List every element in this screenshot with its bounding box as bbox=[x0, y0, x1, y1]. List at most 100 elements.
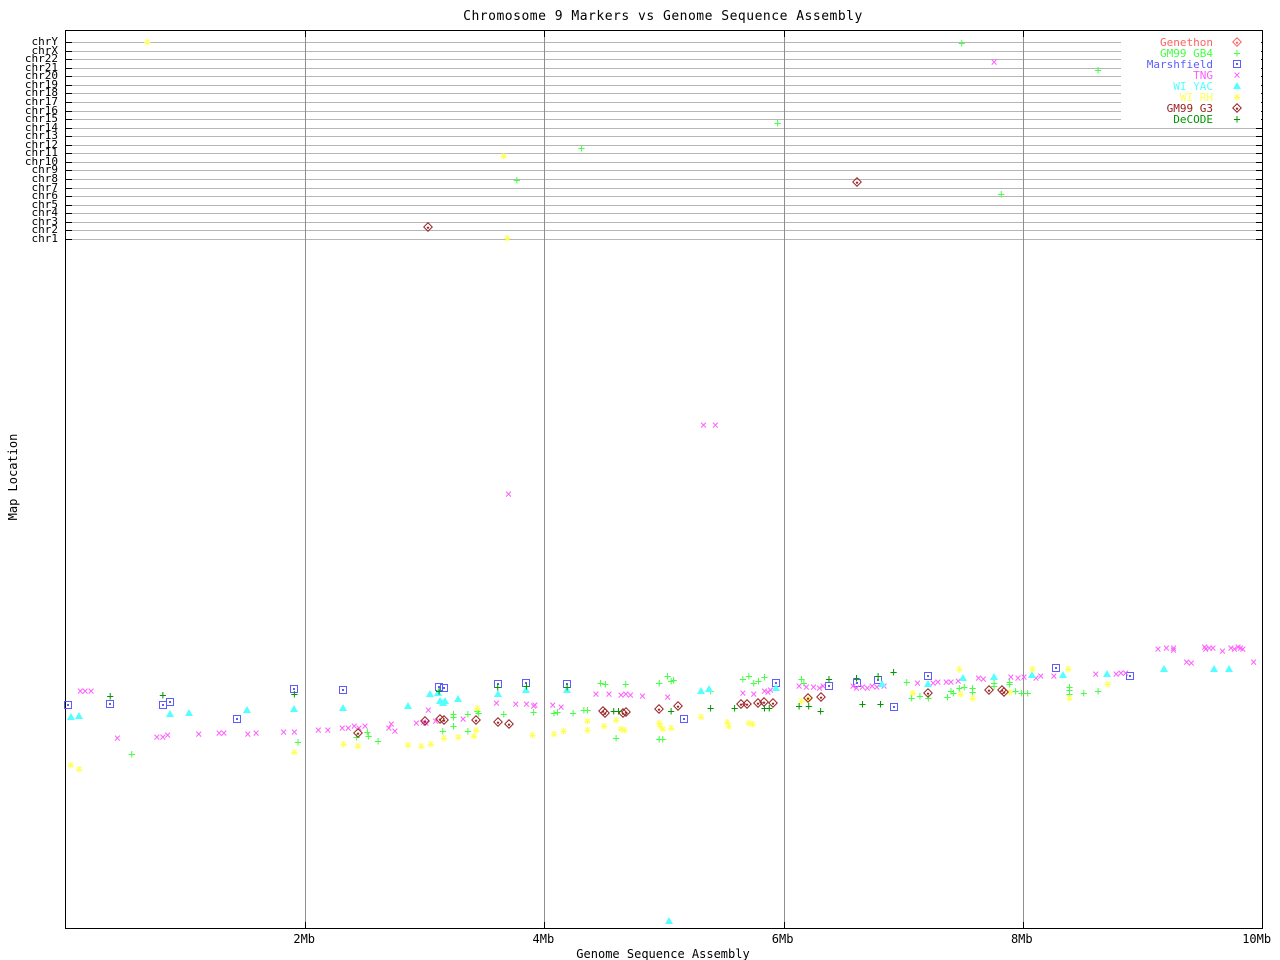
chromosome-row-line bbox=[66, 59, 1262, 61]
tng-marker-glyph: × bbox=[1020, 670, 1028, 684]
chromosome-row-line bbox=[66, 136, 1262, 138]
gridline-2mb bbox=[305, 31, 307, 928]
left-axis-tick bbox=[66, 221, 72, 223]
right-axis-tick bbox=[1256, 127, 1262, 129]
decode-marker-glyph: + bbox=[522, 679, 531, 693]
tng-marker-glyph: × bbox=[220, 726, 228, 740]
x-axis-tick-top bbox=[544, 31, 546, 37]
gm99gb4-marker-glyph: + bbox=[500, 707, 508, 721]
marshfield-marker-glyph bbox=[64, 701, 73, 709]
tng-marker-glyph: × bbox=[739, 686, 747, 700]
x-axis-tick-top bbox=[305, 31, 307, 37]
right-axis-tick bbox=[1256, 213, 1262, 215]
wirh-marker-glyph: + bbox=[1233, 90, 1241, 104]
left-axis-tick bbox=[66, 50, 72, 52]
tng-marker-glyph: × bbox=[252, 726, 260, 740]
wiyac-marker-glyph bbox=[705, 685, 714, 692]
decode-marker-glyph: + bbox=[614, 704, 623, 718]
wirh-marker-glyph: + bbox=[354, 739, 362, 753]
wiyac-marker-glyph bbox=[924, 680, 933, 687]
tng-marker-glyph: × bbox=[592, 687, 600, 701]
x-axis-tick-label: 2Mb bbox=[293, 932, 316, 946]
tng-marker-glyph: × bbox=[1050, 669, 1058, 683]
decode-marker-glyph: + bbox=[290, 687, 299, 701]
decode-marker-glyph: + bbox=[805, 699, 813, 713]
tng-marker-glyph: × bbox=[1154, 642, 1162, 656]
wiyac-marker-glyph bbox=[66, 713, 75, 720]
left-axis-tick bbox=[66, 42, 72, 43]
gm99gb4-marker-glyph: + bbox=[128, 747, 136, 761]
x-axis-tick-bottom bbox=[544, 922, 546, 928]
marshfield-marker-glyph bbox=[1233, 60, 1241, 68]
wiyac-marker-glyph bbox=[404, 702, 413, 709]
right-axis-tick bbox=[1256, 238, 1262, 240]
tng-marker-glyph: × bbox=[663, 690, 672, 704]
gm99gb4-marker-glyph: + bbox=[577, 141, 586, 155]
x-axis-tick-top bbox=[1262, 31, 1263, 37]
decode-marker-glyph: + bbox=[765, 701, 773, 715]
chromosome-row-line bbox=[66, 76, 1262, 78]
tng-marker-glyph: × bbox=[195, 727, 203, 741]
left-axis-tick bbox=[66, 136, 72, 138]
chromosome-tick-label: chr1 bbox=[31, 231, 59, 245]
chromosome-row-line bbox=[66, 179, 1262, 181]
wirh-marker-glyph: + bbox=[75, 762, 83, 776]
chromosome-row-line bbox=[66, 204, 1262, 206]
gm99gb4-marker-glyph: + bbox=[997, 187, 1005, 201]
gm99gb4-marker-glyph: + bbox=[1080, 686, 1088, 700]
marshfield-marker-glyph bbox=[680, 715, 689, 723]
tng-marker-glyph: × bbox=[626, 688, 635, 702]
chromosome-row-line bbox=[66, 110, 1262, 112]
gm99g3-marker-glyph bbox=[654, 704, 665, 714]
tng-marker-glyph: × bbox=[280, 725, 288, 739]
wiyac-marker-glyph bbox=[1159, 665, 1168, 672]
left-axis-tick bbox=[66, 67, 72, 69]
wirh-marker-glyph: + bbox=[427, 737, 435, 751]
wirh-marker-glyph: + bbox=[454, 730, 462, 744]
legend-label-decode: DeCODE bbox=[1173, 113, 1213, 126]
decode-marker-glyph: + bbox=[817, 704, 825, 718]
decode-marker-glyph: + bbox=[667, 704, 675, 718]
x-axis-tick-bottom bbox=[1262, 922, 1263, 928]
wiyac-marker-glyph bbox=[290, 705, 299, 712]
gridline-8mb bbox=[1022, 31, 1024, 928]
gridline-4mb bbox=[544, 31, 546, 928]
tng-marker-glyph: × bbox=[1250, 655, 1258, 669]
tng-marker-glyph: × bbox=[605, 687, 613, 701]
tng-marker-glyph: × bbox=[1187, 656, 1196, 670]
left-axis-tick bbox=[66, 161, 72, 163]
wirh-marker-glyph: + bbox=[440, 731, 448, 745]
tng-marker-glyph: × bbox=[795, 679, 803, 693]
wirh-marker-glyph: + bbox=[659, 722, 667, 736]
wiyac-marker-glyph bbox=[166, 710, 175, 717]
gm99gb4-marker-glyph: + bbox=[513, 173, 521, 187]
decode-marker-glyph: + bbox=[825, 672, 833, 686]
left-axis-tick bbox=[66, 110, 72, 112]
left-axis-tick bbox=[66, 196, 72, 198]
decode-marker-glyph: + bbox=[494, 680, 502, 694]
marshfield-marker-glyph bbox=[166, 698, 175, 706]
gm99gb4-marker-glyph: + bbox=[569, 706, 577, 720]
marshfield-marker-glyph bbox=[339, 686, 348, 694]
gm99gb4-marker-glyph: + bbox=[760, 670, 769, 684]
tng-marker-glyph: × bbox=[290, 725, 299, 739]
wirh-marker-glyph: + bbox=[1104, 677, 1112, 691]
wiyac-marker-glyph bbox=[441, 697, 450, 704]
wiyac-marker-glyph bbox=[1224, 665, 1233, 672]
wiyac-marker-glyph bbox=[772, 684, 781, 691]
chromosome-row-line bbox=[66, 170, 1262, 172]
left-axis-tick bbox=[66, 144, 72, 146]
tng-marker-glyph: × bbox=[531, 698, 539, 712]
decode-marker-glyph: + bbox=[852, 671, 861, 685]
decode-marker-glyph: + bbox=[858, 697, 867, 711]
x-axis-tick-top bbox=[783, 31, 785, 37]
wirh-marker-glyph: + bbox=[620, 723, 629, 737]
chromosome-row-line bbox=[66, 153, 1262, 155]
gm99g3-marker-glyph bbox=[600, 708, 611, 718]
tng-marker-glyph: × bbox=[314, 723, 322, 737]
right-axis-tick bbox=[1256, 221, 1262, 223]
tng-marker-glyph: × bbox=[549, 698, 557, 712]
wirh-marker-glyph: + bbox=[290, 745, 299, 759]
right-axis-tick bbox=[1256, 170, 1262, 172]
gridline-6mb bbox=[783, 31, 785, 928]
